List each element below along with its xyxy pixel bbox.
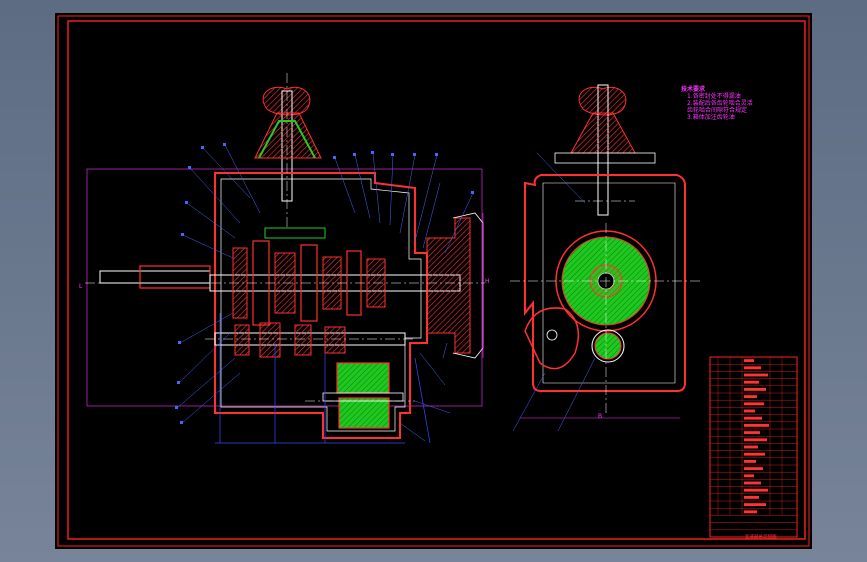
title-block-footer: 变速器总装配图 — [745, 535, 777, 540]
bom-text-mark — [744, 488, 768, 492]
bom-text-mark — [744, 409, 755, 413]
bom-text-mark — [744, 495, 759, 499]
bom-text-mark — [744, 359, 754, 363]
bom-text-mark — [744, 380, 759, 384]
tech-note-line: 齿轮啮合间隙符合规定 — [687, 107, 748, 114]
tech-notes: 技术要求 1.各密封处不得漏油 2.装配后各齿轮啮合灵活 齿轮啮合间隙符合规定 … — [681, 86, 753, 121]
bom-text-mark — [744, 366, 761, 370]
bom-text-mark — [744, 445, 758, 449]
side-section-view — [510, 84, 700, 432]
bom-text-mark — [744, 395, 757, 399]
bom-text-mark — [744, 431, 760, 435]
bom-text-mark — [744, 373, 768, 377]
bom-text-mark — [744, 503, 766, 507]
bom-text-mark — [744, 438, 767, 442]
bom-text-mark — [744, 416, 762, 420]
dim-label-length: L — [79, 283, 83, 290]
bom-text-mark — [744, 510, 757, 514]
tech-notes-title: 技术要求 — [681, 86, 706, 93]
drawing-sheet: 技术要求 1.各密封处不得漏油 2.装配后各齿轮啮合灵活 齿轮啮合间隙符合规定 … — [55, 13, 812, 549]
dim-label-height: H — [485, 278, 490, 285]
dim-label-width: B — [598, 413, 603, 420]
bom-text-mark — [744, 467, 763, 471]
tech-note-line: 2.装配后各齿轮啮合灵活 — [687, 100, 753, 107]
tech-note-line: 1.各密封处不得漏油 — [687, 93, 741, 100]
main-section-view — [85, 73, 485, 444]
bom-text-mark — [744, 423, 769, 427]
bom-text-mark — [744, 481, 761, 485]
bom-text-mark — [744, 474, 754, 478]
tech-note-line: 3.箱体加注齿轮油 — [687, 114, 735, 121]
bom-text-mark — [744, 459, 756, 463]
bom-text-mark — [744, 402, 764, 406]
title-block — [709, 356, 798, 538]
bom-text-mark — [744, 387, 766, 391]
bom-text-mark — [744, 452, 765, 456]
